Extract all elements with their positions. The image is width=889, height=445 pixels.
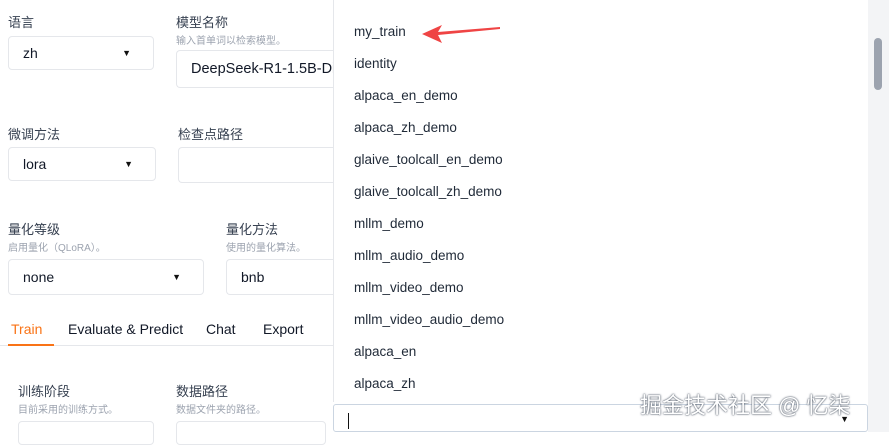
quant-method-hint: 使用的量化算法。 [226, 243, 306, 254]
tab-chat[interactable]: Chat [206, 321, 236, 337]
finetune-method-value: lora [23, 156, 47, 172]
chevron-down-icon: ▼ [124, 159, 133, 169]
dropdown-option-alpaca-en-demo[interactable]: alpaca_en_demo [354, 88, 458, 103]
dropdown-option-glaive-toolcall-en-demo[interactable]: glaive_toolcall_en_demo [354, 152, 503, 167]
quant-level-label: 量化等级 [8, 222, 61, 237]
chevron-down-icon: ▼ [122, 48, 131, 58]
data-path-label: 数据路径 [176, 384, 229, 399]
scrollbar-thumb[interactable] [874, 38, 882, 90]
train-stage-select[interactable] [18, 421, 154, 445]
model-name-hint: 输入首单词以检索模型。 [176, 36, 286, 47]
dropdown-option-identity[interactable]: identity [354, 56, 397, 71]
language-value: zh [23, 45, 38, 61]
model-name-value: DeepSeek-R1-1.5B-Disti [191, 61, 350, 77]
checkpoint-path-label: 检查点路径 [178, 127, 244, 142]
dataset-dropdown-list: my_train identity alpaca_en_demo alpaca_… [333, 0, 868, 402]
model-name-input[interactable]: DeepSeek-R1-1.5B-Disti [176, 50, 350, 88]
active-tab-indicator [8, 344, 54, 346]
dropdown-option-mllm-video-demo[interactable]: mllm_video_demo [354, 280, 464, 295]
language-select[interactable]: zh ▼ [8, 36, 154, 70]
finetune-method-label: 微调方法 [8, 127, 61, 142]
dropdown-option-mllm-audio-demo[interactable]: mllm_audio_demo [354, 248, 464, 263]
watermark-text: 掘金技术社区 @ 忆柒 [640, 393, 851, 418]
dropdown-option-alpaca-en[interactable]: alpaca_en [354, 344, 416, 359]
data-path-input[interactable] [176, 421, 326, 445]
quant-method-label: 量化方法 [226, 222, 279, 237]
dropdown-option-alpaca-zh[interactable]: alpaca_zh [354, 376, 416, 391]
text-cursor [348, 413, 349, 429]
red-arrow-icon [422, 25, 500, 43]
quant-level-value: none [23, 269, 55, 285]
quant-method-value: bnb [241, 269, 265, 285]
train-stage-label: 训练阶段 [18, 384, 71, 399]
quant-level-hint: 启用量化（QLoRA）。 [8, 243, 106, 254]
dropdown-option-mllm-video-audio-demo[interactable]: mllm_video_audio_demo [354, 312, 504, 327]
checkpoint-path-input[interactable] [178, 147, 348, 183]
dropdown-option-mllm-demo[interactable]: mllm_demo [354, 216, 424, 231]
train-stage-hint: 目前采用的训练方式。 [18, 405, 118, 416]
tab-evaluate-predict[interactable]: Evaluate & Predict [68, 321, 183, 337]
finetune-method-select[interactable]: lora ▼ [8, 147, 156, 181]
tab-train[interactable]: Train [11, 321, 42, 337]
quant-method-select[interactable]: bnb [226, 259, 346, 295]
dropdown-option-alpaca-zh-demo[interactable]: alpaca_zh_demo [354, 120, 457, 135]
dropdown-option-glaive-toolcall-zh-demo[interactable]: glaive_toolcall_zh_demo [354, 184, 502, 199]
data-path-hint: 数据文件夹的路径。 [176, 405, 266, 416]
tab-export[interactable]: Export [263, 321, 303, 337]
language-label: 语言 [8, 15, 35, 30]
dropdown-option-my-train[interactable]: my_train [354, 24, 406, 39]
chevron-down-icon: ▼ [172, 272, 181, 282]
quant-level-select[interactable]: none ▼ [8, 259, 204, 295]
model-name-label: 模型名称 [176, 15, 229, 30]
